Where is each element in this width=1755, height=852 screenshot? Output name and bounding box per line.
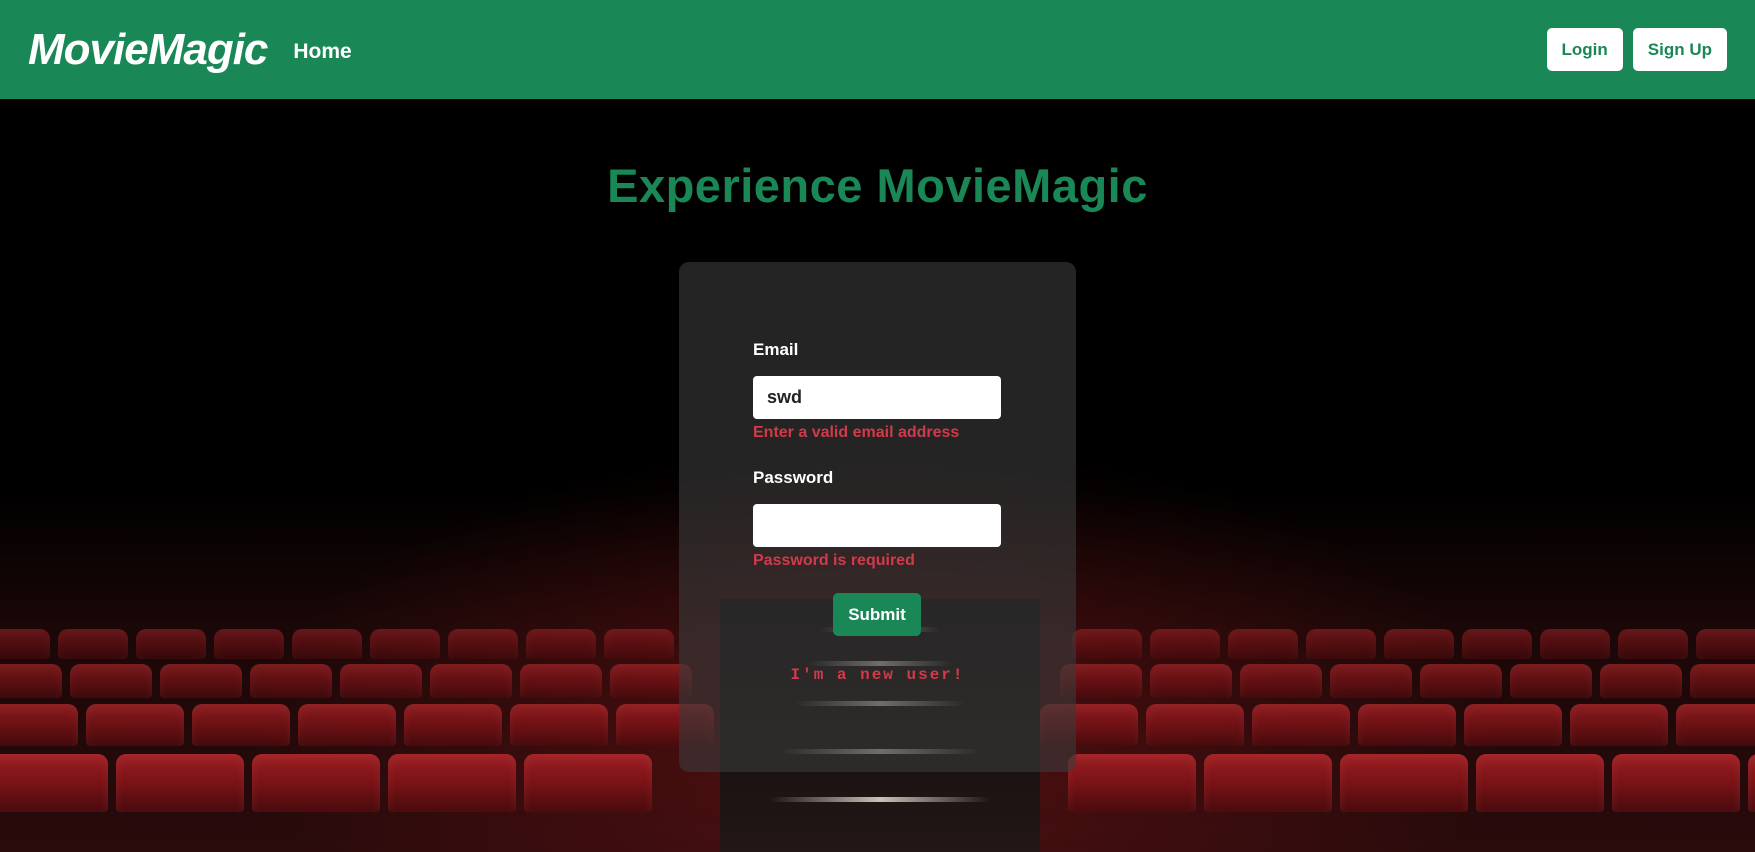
brand-logo[interactable]: MovieMagic bbox=[28, 25, 268, 75]
seat bbox=[1618, 629, 1688, 659]
seat bbox=[448, 629, 518, 659]
seat bbox=[192, 704, 290, 746]
seat bbox=[404, 704, 502, 746]
seat bbox=[0, 629, 50, 659]
seat bbox=[252, 754, 380, 812]
seat bbox=[340, 664, 422, 698]
seat bbox=[160, 664, 242, 698]
seat bbox=[1462, 629, 1532, 659]
seat bbox=[0, 704, 78, 746]
seat bbox=[1146, 704, 1244, 746]
password-label: Password bbox=[753, 468, 834, 487]
email-input[interactable] bbox=[753, 376, 1001, 419]
email-label: Email bbox=[753, 340, 799, 359]
seat bbox=[1696, 629, 1755, 659]
seat bbox=[1306, 629, 1376, 659]
seat bbox=[1150, 629, 1220, 659]
seat bbox=[370, 629, 440, 659]
new-user-link[interactable]: I'm a new user! bbox=[679, 666, 1076, 684]
seat bbox=[1330, 664, 1412, 698]
seat bbox=[526, 629, 596, 659]
seat bbox=[1150, 664, 1232, 698]
seat bbox=[58, 629, 128, 659]
seat bbox=[520, 664, 602, 698]
seat bbox=[250, 664, 332, 698]
seat bbox=[298, 704, 396, 746]
seat bbox=[1612, 754, 1740, 812]
password-input[interactable] bbox=[753, 504, 1001, 547]
seat bbox=[1600, 664, 1682, 698]
aisle-stair-light bbox=[770, 797, 990, 802]
seat bbox=[1676, 704, 1755, 746]
login-form-card: Email Enter a valid email address Passwo… bbox=[679, 262, 1076, 772]
seat bbox=[510, 704, 608, 746]
seat bbox=[1690, 664, 1755, 698]
nav-actions: Login Sign Up bbox=[1546, 28, 1727, 71]
signup-button[interactable]: Sign Up bbox=[1632, 28, 1727, 71]
seat bbox=[1476, 754, 1604, 812]
seat bbox=[1072, 629, 1142, 659]
seat bbox=[136, 629, 206, 659]
seat bbox=[388, 754, 516, 812]
login-button[interactable]: Login bbox=[1546, 28, 1623, 71]
seat bbox=[1570, 704, 1668, 746]
seat bbox=[1540, 629, 1610, 659]
seat bbox=[1228, 629, 1298, 659]
page-title: Experience MovieMagic bbox=[607, 159, 1148, 212]
seat bbox=[292, 629, 362, 659]
seat bbox=[524, 754, 652, 812]
seat bbox=[116, 754, 244, 812]
seat bbox=[1340, 754, 1468, 812]
seat bbox=[1510, 664, 1592, 698]
seat bbox=[1384, 629, 1454, 659]
seat bbox=[1068, 754, 1196, 812]
navbar: MovieMagic Home Login Sign Up bbox=[0, 0, 1755, 99]
seat bbox=[214, 629, 284, 659]
seat bbox=[1748, 754, 1755, 812]
seat bbox=[0, 664, 62, 698]
submit-button[interactable]: Submit bbox=[833, 593, 921, 636]
seat bbox=[86, 704, 184, 746]
seat bbox=[430, 664, 512, 698]
password-error-message: Password is required bbox=[753, 552, 915, 569]
seat bbox=[70, 664, 152, 698]
seat bbox=[1420, 664, 1502, 698]
seat bbox=[1464, 704, 1562, 746]
seat bbox=[1358, 704, 1456, 746]
seat bbox=[1240, 664, 1322, 698]
seat bbox=[0, 754, 108, 812]
seat bbox=[1252, 704, 1350, 746]
nav-home-link[interactable]: Home bbox=[293, 40, 351, 64]
seat bbox=[604, 629, 674, 659]
email-error-message: Enter a valid email address bbox=[753, 424, 960, 441]
seat bbox=[1204, 754, 1332, 812]
